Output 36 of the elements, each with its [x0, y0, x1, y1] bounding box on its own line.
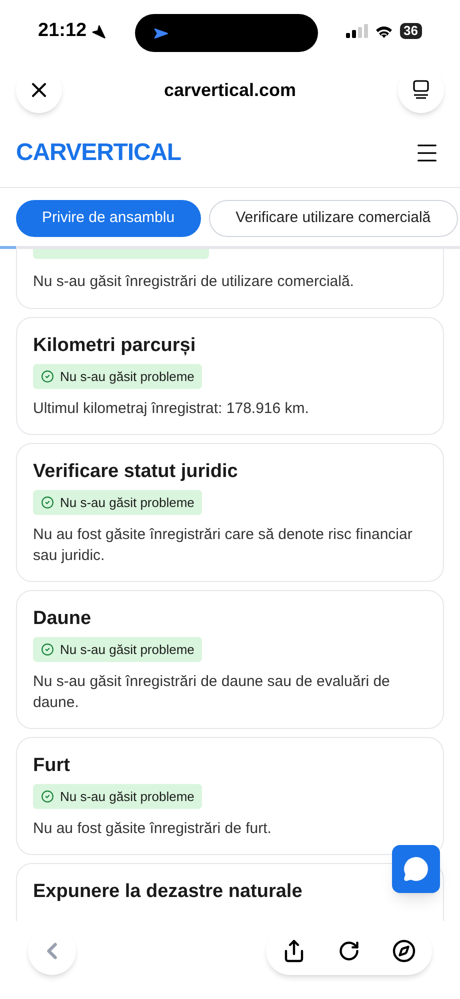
location-arrow-icon — [90, 24, 106, 38]
back-button[interactable] — [28, 927, 76, 975]
logo: CARVERTICAL — [16, 138, 181, 168]
share-icon[interactable] — [282, 939, 306, 963]
wifi-icon — [374, 24, 394, 38]
card-description: Nu au fost găsite înregistrări care să denote risc financiar sau juridic. — [33, 525, 414, 566]
card-description: Ultimul kilometraj înregistrat: 178.916 km. — [33, 399, 310, 419]
card-description: Nu au fost găsite înregistrări de furt. — [33, 819, 272, 839]
compass-icon[interactable] — [392, 939, 416, 963]
card-title: Kilometri parcurși — [33, 334, 197, 358]
card-title: Expunere la dezastre naturale — [33, 880, 304, 904]
card-description: Nu s-au găsit înregistrări de daune sau de evaluări de daune. — [33, 672, 391, 713]
chat-button[interactable] — [392, 845, 440, 893]
reload-icon[interactable] — [338, 940, 360, 962]
tab[interactable]: Privire de ansamblu — [16, 200, 201, 237]
close-button[interactable] — [16, 67, 62, 113]
card-title: Furt — [33, 754, 71, 778]
url-label: carvertical.com — [164, 78, 296, 102]
check-circle-icon — [41, 790, 54, 803]
check-circle-icon — [41, 496, 54, 509]
reader-button[interactable] — [398, 67, 444, 113]
status-badge: Nu s-au găsit probleme — [33, 637, 202, 662]
card-title: Verificare statut juridic — [33, 460, 239, 484]
check-circle-icon — [41, 643, 54, 656]
chat-icon — [403, 856, 429, 882]
status-badge: Nu s-au găsit probleme — [33, 784, 202, 809]
clock: 21:12 — [38, 18, 87, 43]
monitor-icon — [412, 80, 430, 100]
signal-icon — [346, 24, 368, 38]
tab[interactable]: Verificare utilizare comercială — [208, 200, 458, 237]
status-badge: Nu s-au găsit probleme — [33, 490, 202, 515]
card-description: Nu s-au găsit înregistrări de utilizare comercială. — [33, 272, 355, 292]
check-circle-icon — [41, 370, 54, 383]
battery-indicator: 36 — [400, 23, 422, 39]
card-title: Daune — [33, 607, 92, 631]
status-badge: Nu s-au găsit probleme — [33, 364, 202, 389]
